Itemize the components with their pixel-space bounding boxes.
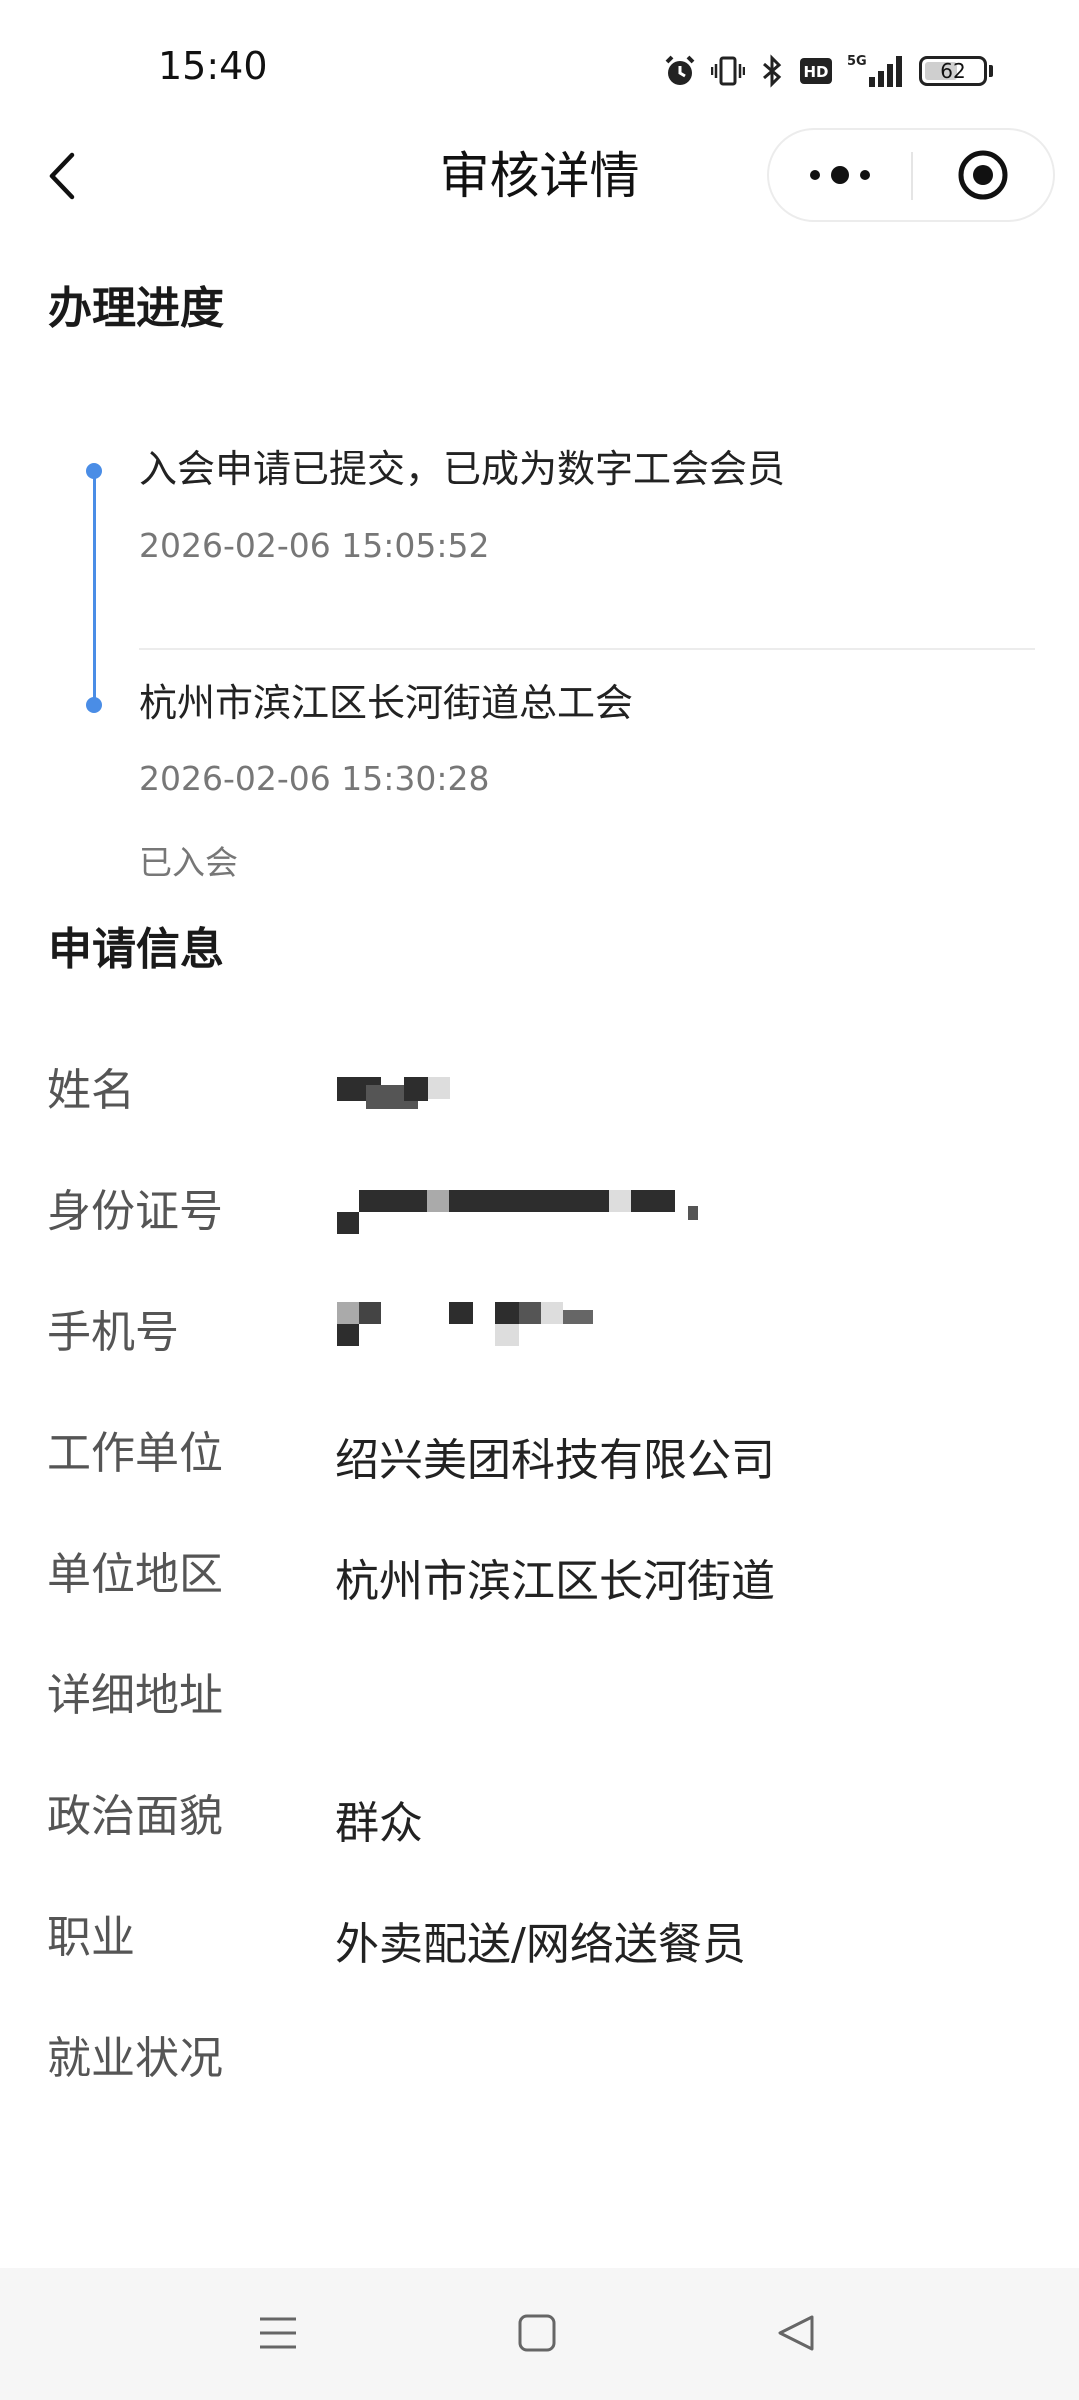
field-label-name: 姓名 xyxy=(47,1065,135,1116)
field-label-employer-region: 单位地区 xyxy=(47,1549,223,1600)
field-label-phone: 手机号 xyxy=(47,1307,179,1358)
back-triangle-icon xyxy=(778,2315,814,2351)
field-label-detailed-address: 详细地址 xyxy=(47,1670,223,1721)
svg-text:5G: 5G xyxy=(847,54,867,69)
field-value-political-status: 群众 xyxy=(335,1798,423,1849)
timeline-line xyxy=(93,470,96,706)
field-value-occupation: 外卖配送/网络送餐员 xyxy=(335,1919,746,1970)
progress-section-title: 办理进度 xyxy=(48,283,224,334)
field-label-employer: 工作单位 xyxy=(47,1428,223,1479)
close-mini-program-button[interactable] xyxy=(913,130,1053,220)
hd-icon: HD xyxy=(800,58,832,84)
menu-icon xyxy=(260,2317,296,2349)
5g-signal-icon: 5G xyxy=(847,54,902,87)
system-back-button[interactable] xyxy=(756,2298,836,2368)
close-mini-program-icon xyxy=(958,150,1008,200)
bluetooth-icon xyxy=(763,54,782,88)
timeline-step-time: 2026-02-06 15:30:28 xyxy=(139,759,490,798)
field-label-id-number: 身份证号 xyxy=(47,1186,223,1237)
battery-icon: 62 xyxy=(919,56,987,86)
battery-level: 62 xyxy=(940,59,966,83)
timeline-step-title: 入会申请已提交，已成为数字工会会员 xyxy=(139,447,786,491)
timeline-separator xyxy=(139,648,1035,650)
field-value-employer: 绍兴美团科技有限公司 xyxy=(335,1435,775,1486)
more-icon xyxy=(810,166,870,184)
status-bar: 15:40 HD 5G 62 xyxy=(0,0,1079,130)
timeline-step-time: 2026-02-06 15:05:52 xyxy=(139,526,490,565)
timeline-dot xyxy=(86,463,102,479)
field-label-political-status: 政治面貌 xyxy=(47,1791,223,1842)
mini-program-capsule xyxy=(767,128,1055,222)
field-label-employment-status: 就业状况 xyxy=(47,2033,223,2084)
nav-bar: 审核详情 xyxy=(0,128,1079,224)
home-icon xyxy=(518,2314,556,2352)
field-value-employer-region: 杭州市滨江区长河街道 xyxy=(335,1556,775,1607)
timeline-step-title: 杭州市滨江区长河街道总工会 xyxy=(139,681,634,725)
system-nav-bar xyxy=(0,2268,1079,2400)
field-label-occupation: 职业 xyxy=(47,1912,135,1963)
svg-text:HD: HD xyxy=(803,63,828,81)
alarm-icon xyxy=(665,55,695,85)
home-button[interactable] xyxy=(497,2298,577,2368)
recent-apps-button[interactable] xyxy=(238,2298,318,2368)
timeline-step-status: 已入会 xyxy=(139,843,238,882)
battery-cap xyxy=(989,65,993,77)
timeline-dot xyxy=(86,697,102,713)
status-time: 15:40 xyxy=(158,44,268,88)
more-button[interactable] xyxy=(769,130,911,220)
status-icons: HD 5G 62 xyxy=(663,48,993,94)
application-section-title: 申请信息 xyxy=(48,924,224,975)
vibrate-icon xyxy=(711,56,745,86)
